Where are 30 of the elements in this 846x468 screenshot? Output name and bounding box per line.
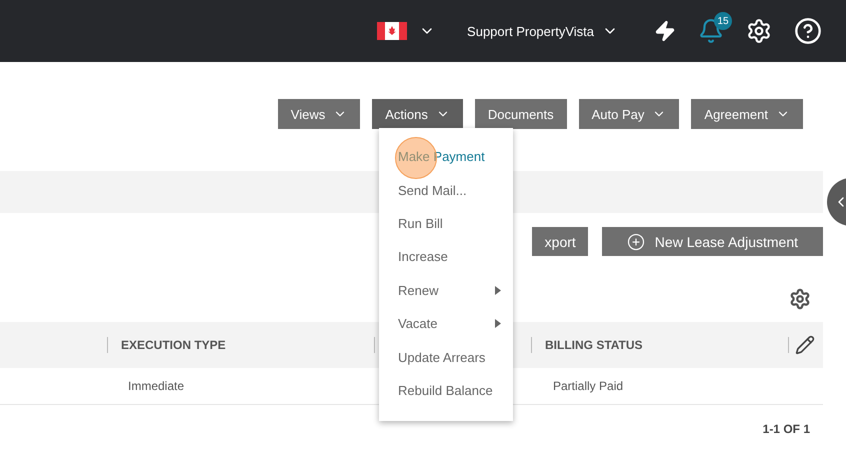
menu-item[interactable]: Update Arrears xyxy=(379,340,513,374)
toolbar-button[interactable]: Agreement xyxy=(691,99,803,129)
menu-item[interactable]: Increase xyxy=(379,240,513,274)
help-icon[interactable] xyxy=(794,17,822,45)
notification-badge: 15 xyxy=(714,12,732,30)
action-button[interactable]: New Lease Adjustment xyxy=(602,227,823,256)
table-cell: Partially Paid xyxy=(553,379,624,393)
caret-icon xyxy=(495,319,501,328)
menu-item[interactable]: Run Bill xyxy=(379,206,513,240)
pagination-text: 1-1 OF 1 xyxy=(762,422,810,436)
caret-icon xyxy=(495,286,501,295)
toolbar-button[interactable]: Views xyxy=(278,99,360,129)
toolbar-button[interactable]: Documents xyxy=(474,99,567,129)
toolbar-button[interactable]: Auto Pay xyxy=(578,99,680,129)
column-header[interactable]: EXECUTION TYPE xyxy=(121,338,226,352)
bolt-icon[interactable] xyxy=(654,20,676,42)
flag-icon[interactable] xyxy=(377,22,408,40)
settings-icon[interactable] xyxy=(746,18,772,44)
settings-icon[interactable] xyxy=(789,288,811,310)
menu-item[interactable]: Send Mail... xyxy=(379,173,513,207)
column-header[interactable]: BILLING STATUS xyxy=(545,338,643,352)
toolbar-button[interactable]: Actions xyxy=(372,99,463,129)
table-cell: Immediate xyxy=(128,379,184,393)
user-menu[interactable]: Support PropertyVista xyxy=(467,23,618,39)
menu-item[interactable]: Rebuild Balance xyxy=(379,374,513,408)
action-button[interactable]: xport xyxy=(532,227,588,256)
menu-item[interactable]: Vacate xyxy=(379,306,513,340)
edit-icon[interactable] xyxy=(795,335,815,355)
plus-icon xyxy=(626,232,645,250)
menu-item[interactable]: Renew xyxy=(379,274,513,307)
